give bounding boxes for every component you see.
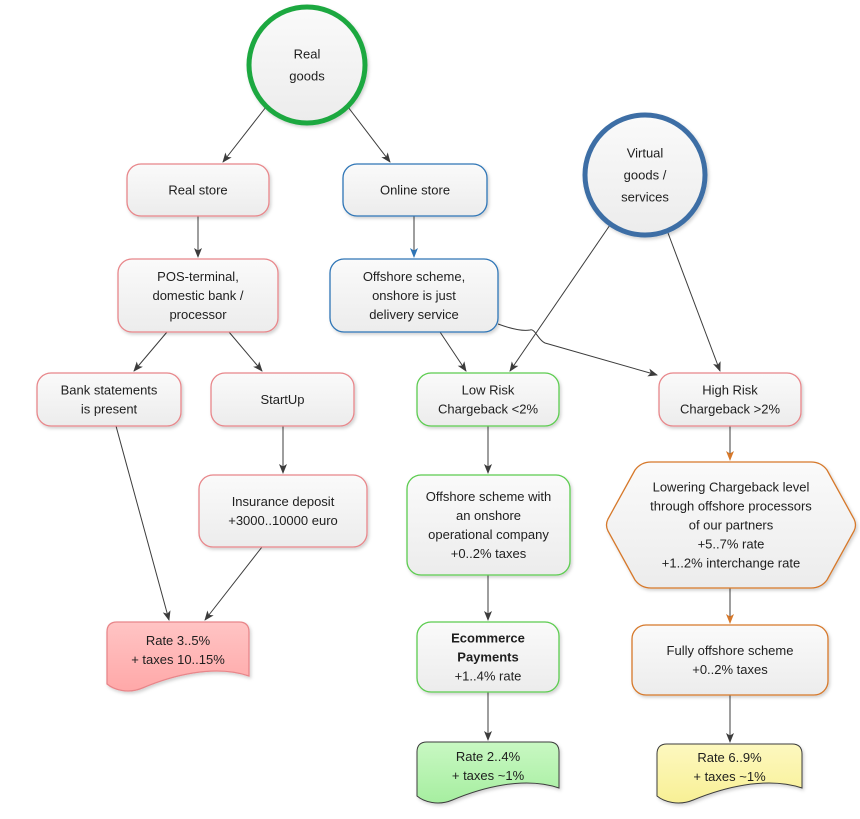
real-store-label-line: Real store xyxy=(168,183,227,198)
node-online-store[interactable]: Online store xyxy=(342,163,488,217)
real-goods-label-line: Real xyxy=(294,47,321,62)
node-low-risk[interactable]: Low Risk Chargeback <2% xyxy=(416,372,560,427)
low-risk-label-line: Low Risk xyxy=(462,383,515,398)
bank-statements-label-line: Bank statements xyxy=(61,383,158,398)
lowering-chargeback-label-line: through offshore processors xyxy=(650,499,812,514)
rate-high-risk-label-line: + taxes ~1% xyxy=(693,769,766,784)
ecommerce-payments-label-line: +1..4% rate xyxy=(455,669,522,684)
node-rate-real[interactable]: Rate 3..5% + taxes 10..15% xyxy=(106,621,250,692)
node-high-risk[interactable]: High Risk Chargeback >2% xyxy=(658,372,802,427)
lowering-chargeback-label-line: of our partners xyxy=(689,518,774,533)
flow-diagram: Real goods Virtual goods / services Real stor… xyxy=(36,4,857,804)
lowering-chargeback-label-line: Lowering Chargeback level xyxy=(653,480,810,495)
node-rate-low-risk[interactable]: Rate 2..4% + taxes ~1% xyxy=(416,741,560,804)
virtual-goods-label-line: goods / xyxy=(624,168,667,183)
node-insurance-deposit[interactable]: Insurance deposit +3000..10000 euro xyxy=(198,474,368,548)
real-goods-label-line: goods xyxy=(289,69,325,84)
edge-pos-terminal-to-bank-statements xyxy=(133,331,168,372)
edge-bank-statements-to-rate-real xyxy=(115,425,171,621)
node-offshore-scheme[interactable]: Offshore scheme, onshore is just delivery … xyxy=(329,258,499,333)
fully-offshore-label-line: +0..2% taxes xyxy=(692,662,768,677)
nodes-layer: Real goods Virtual goods / services Real stor… xyxy=(36,4,857,804)
node-rate-high-risk[interactable]: Rate 6..9% + taxes ~1% xyxy=(656,743,803,804)
node-startup[interactable]: StartUp xyxy=(210,372,355,427)
insurance-deposit-label-line: +3000..10000 euro xyxy=(228,513,338,528)
real-goods-circle-shape xyxy=(246,4,368,126)
edge-offshore-scheme-to-low-risk xyxy=(439,331,467,372)
offshore-onshore-company-label-line: an onshore xyxy=(456,508,521,523)
node-real-store[interactable]: Real store xyxy=(126,163,270,217)
node-offshore-onshore-company[interactable]: Offshore scheme with an onshore operationa… xyxy=(406,474,571,576)
edge-virtual-goods-to-low-risk xyxy=(509,224,611,372)
rate-high-risk-label-line: Rate 6..9% xyxy=(697,750,762,765)
rate-real-label-line: Rate 3..5% xyxy=(146,633,211,648)
insurance-deposit-label-line: Insurance deposit xyxy=(232,494,335,509)
lowering-chargeback-label-line: +5..7% rate xyxy=(698,537,765,552)
pos-terminal-label-line: processor xyxy=(169,307,227,322)
edge-real-goods-to-online-store xyxy=(347,106,391,163)
ecommerce-payments-label-line: Payments xyxy=(457,650,518,665)
node-real-goods[interactable]: Real goods xyxy=(246,4,368,126)
ecommerce-payments-label-line: Ecommerce xyxy=(451,631,525,646)
high-risk-box-shape xyxy=(658,372,802,427)
edge-virtual-goods-to-high-risk xyxy=(667,232,721,372)
pos-terminal-label-line: domestic bank / xyxy=(152,288,243,303)
virtual-goods-label-line: services xyxy=(621,190,669,205)
offshore-scheme-label-line: onshore is just xyxy=(372,288,456,303)
offshore-scheme-label-line: delivery service xyxy=(369,307,459,322)
edge-offshore-scheme-to-high-risk xyxy=(497,323,658,377)
low-risk-box-shape xyxy=(416,372,560,427)
node-fully-offshore[interactable]: Fully offshore scheme +0..2% taxes xyxy=(631,624,829,696)
node-virtual-goods[interactable]: Virtual goods / services xyxy=(582,112,708,238)
fully-offshore-box-shape xyxy=(631,624,829,696)
node-bank-statements[interactable]: Bank statements is present xyxy=(36,372,182,427)
virtual-goods-label-line: Virtual xyxy=(627,146,664,161)
edge-real-goods-to-real-store xyxy=(222,106,267,163)
high-risk-label-line: High Risk xyxy=(702,383,758,398)
rate-real-label-line: + taxes 10..15% xyxy=(131,652,225,667)
startup-label-line: StartUp xyxy=(260,392,304,407)
bank-statements-box-shape xyxy=(36,372,182,427)
rate-low-risk-label-line: Rate 2..4% xyxy=(456,749,521,764)
insurance-deposit-box-shape xyxy=(198,474,368,548)
lowering-chargeback-label-line: +1..2% interchange rate xyxy=(662,556,800,571)
offshore-onshore-company-label-line: Offshore scheme with xyxy=(426,489,551,504)
low-risk-label-line: Chargeback <2% xyxy=(438,402,539,417)
online-store-label-line: Online store xyxy=(380,183,450,198)
offshore-scheme-label-line: Offshore scheme, xyxy=(363,269,465,284)
node-pos-terminal[interactable]: POS-terminal, domestic bank / processor xyxy=(117,258,279,333)
high-risk-label-line: Chargeback >2% xyxy=(680,402,781,417)
bank-statements-label-line: is present xyxy=(81,402,138,417)
fully-offshore-label-line: Fully offshore scheme xyxy=(667,643,794,658)
node-lowering-chargeback[interactable]: Lowering Chargeback level through offshor… xyxy=(605,461,857,589)
edge-pos-terminal-to-startup xyxy=(228,331,263,372)
pos-terminal-label-line: POS-terminal, xyxy=(157,269,239,284)
offshore-onshore-company-label-line: +0..2% taxes xyxy=(451,546,527,561)
edge-insurance-deposit-to-rate-real xyxy=(204,546,263,621)
rate-low-risk-label-line: + taxes ~1% xyxy=(452,768,525,783)
offshore-onshore-company-label-line: operational company xyxy=(428,527,549,542)
node-ecommerce-payments[interactable]: Ecommerce Payments +1..4% rate xyxy=(416,621,560,693)
